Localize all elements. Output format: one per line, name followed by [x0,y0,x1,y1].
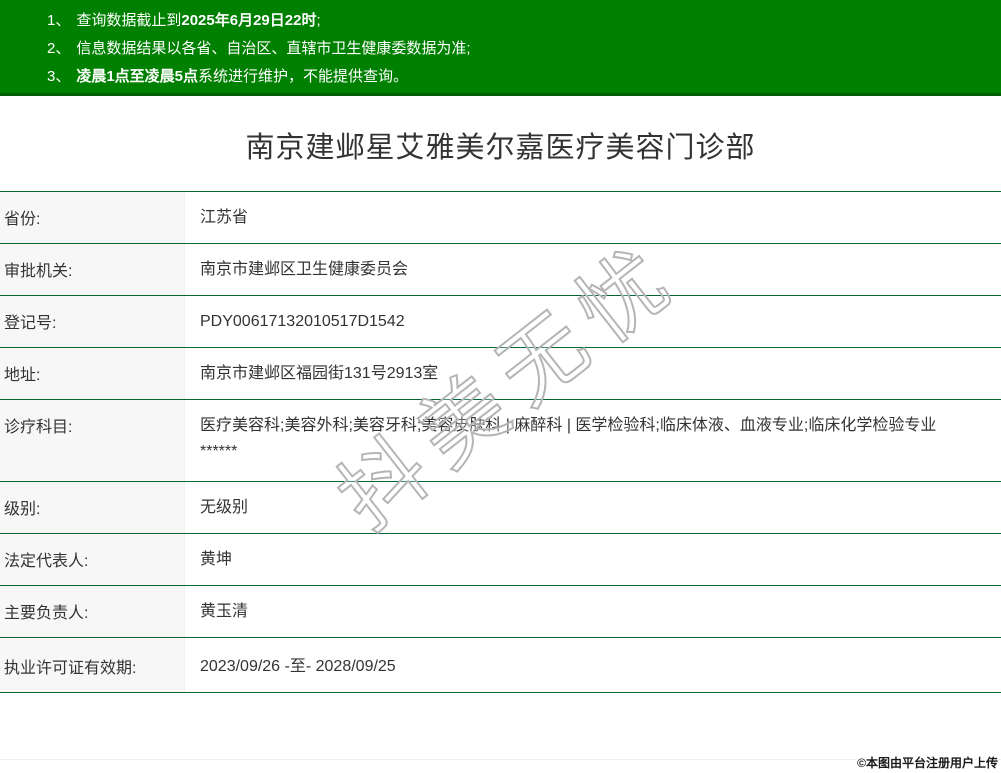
row-value: 南京市建邺区福园街131号2913室 [200,365,439,382]
institution-title: 南京建邺星艾雅美尔嘉医疗美容门诊部 [245,132,756,164]
table-row-main-person-in-charge: 主要负责人: 黄玉清 [0,586,1001,638]
upload-caption: ©本图由平台注册用户上传 [857,756,998,770]
row-label: 主要负责人: [0,586,185,637]
row-value: 黄坤 [200,551,233,568]
row-value: 江苏省 [200,209,249,226]
notice-text: 查询数据截止到 [76,12,182,29]
table-row-address: 地址: 南京市建邺区福园街131号2913室 [0,348,1001,400]
row-value: 医疗美容科;美容外科;美容牙科;美容皮肤科 | 麻醉科 | 医学检验科;临床体液… [200,417,937,460]
notice-text: 信息数据结果以各省、自治区、直辖市卫生健康委数据为准; [76,40,471,57]
row-label: 地址: [0,348,185,399]
table-row-approval-authority: 审批机关: 南京市建邺区卫生健康委员会 [0,244,1001,296]
notice-line-2: 2、 信息数据结果以各省、自治区、直辖市卫生健康委数据为准; [47,35,991,63]
row-value: 2023/09/26 -至- 2028/09/25 [200,658,396,675]
table-row-registration-number: 登记号: PDY00617132010517D1542 [0,296,1001,348]
notice-number: 1、 [47,12,71,29]
row-value: 南京市建邺区卫生健康委员会 [200,261,409,278]
notice-number: 2、 [47,40,71,57]
row-label: 省份: [0,192,185,243]
notice-text-bold: 凌晨1点至凌晨5点 [76,68,199,85]
notice-line-1: 1、 查询数据截止到2025年6月29日22时; [47,7,991,35]
table-row-level: 级别: 无级别 [0,482,1001,534]
row-label: 审批机关: [0,244,185,295]
notice-line-3: 3、 凌晨1点至凌晨5点系统进行维护，不能提供查询。 [47,63,991,91]
row-label: 级别: [0,482,185,533]
footer-divider [0,759,1001,760]
row-value: 无级别 [200,499,249,516]
license-query-page: 1、 查询数据截止到2025年6月29日22时; 2、 信息数据结果以各省、自治区、… [0,0,1001,773]
table-row-legal-representative: 法定代表人: 黄坤 [0,534,1001,586]
notice-number: 3、 [47,68,71,85]
table-row-province: 省份: 江苏省 [0,192,1001,244]
table-row-medical-subjects: 诊疗科目: 医疗美容科;美容外科;美容牙科;美容皮肤科 | 麻醉科 | 医学检验… [0,400,1001,482]
notice-text: ; [316,12,321,29]
notice-bar: 1、 查询数据截止到2025年6月29日22时; 2、 信息数据结果以各省、自治区、… [0,0,1001,96]
row-value: PDY00617132010517D1542 [200,313,405,330]
license-info-table: 省份: 江苏省 审批机关: 南京市建邺区卫生健康委员会 登记号: PDY0061… [0,191,1001,693]
row-label: 法定代表人: [0,534,185,585]
row-label: 登记号: [0,296,185,347]
table-row-license-validity: 执业许可证有效期: 2023/09/26 -至- 2028/09/25 [0,638,1001,693]
row-value: 黄玉清 [200,603,249,620]
notice-text: 系统进行维护，不能提供查询。 [198,68,409,85]
row-label: 诊疗科目: [0,400,185,481]
row-label: 执业许可证有效期: [0,638,185,692]
notice-text-bold: 2025年6月29日22时 [181,12,317,29]
